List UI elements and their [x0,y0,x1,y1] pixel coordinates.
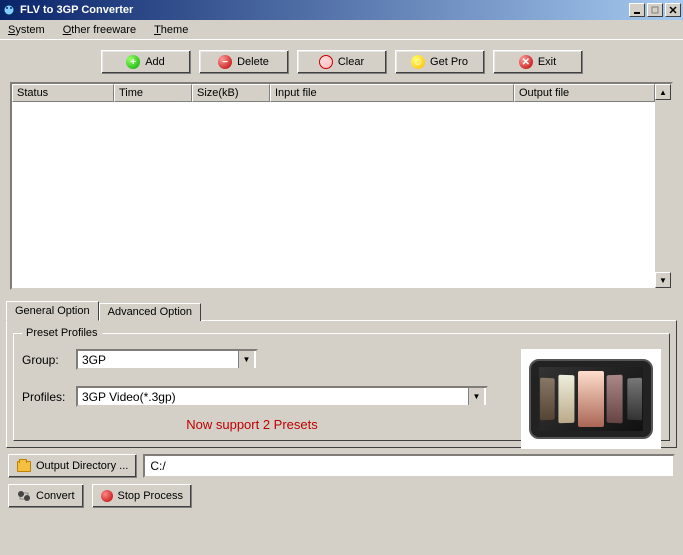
vertical-scrollbar[interactable]: ▲ ▼ [655,84,671,288]
close-button[interactable] [665,3,681,17]
exit-button[interactable]: ✕ Exit [493,50,583,74]
preset-preview-image [521,349,661,449]
add-label: Add [145,56,165,68]
convert-icon [17,489,31,503]
clear-label: Clear [338,56,364,68]
preset-legend: Preset Profiles [22,327,102,339]
menu-system[interactable]: System [4,22,49,38]
delete-label: Delete [237,56,269,68]
add-button[interactable]: + Add [101,50,191,74]
title-bar: FLV to 3GP Converter [0,0,683,20]
tab-general-option[interactable]: General Option [6,301,99,321]
bottom-buttons: Convert Stop Process [8,484,675,508]
group-dropdown-button[interactable]: ▼ [238,351,254,368]
app-icon [2,3,16,17]
output-path-input[interactable] [143,454,675,478]
exit-label: Exit [538,56,556,68]
col-time[interactable]: Time [114,84,192,102]
output-directory-button[interactable]: Output Directory ... [8,454,137,478]
stop-process-button[interactable]: Stop Process [92,484,192,508]
table-body[interactable] [12,102,655,288]
convert-label: Convert [36,490,75,502]
profiles-dropdown-button[interactable]: ▼ [468,388,484,405]
menu-bar: System Other freeware Theme [0,20,683,39]
profiles-value[interactable] [78,388,468,405]
getpro-button[interactable]: ☺ Get Pro [395,50,485,74]
col-status[interactable]: Status [12,84,114,102]
group-value[interactable] [78,351,238,368]
profiles-label: Profiles: [22,390,76,404]
table-header: Status Time Size(kB) Input file Output f… [12,84,655,102]
toolbar: + Add − Delete Clear ☺ Get Pro ✕ Exit [0,44,683,82]
output-directory-label: Output Directory ... [36,460,128,472]
col-size[interactable]: Size(kB) [192,84,270,102]
folder-icon [17,461,31,472]
scroll-up-button[interactable]: ▲ [655,84,671,100]
menubar-separator [0,39,683,40]
convert-button[interactable]: Convert [8,484,84,508]
preset-support-message: Now support 2 Presets [22,417,482,432]
clear-button[interactable]: Clear [297,50,387,74]
add-icon: + [126,55,140,69]
group-combobox[interactable]: ▼ [76,349,258,370]
tab-panel-general: Preset Profiles Group: ▼ Profiles: ▼ Now… [6,320,677,448]
exit-icon: ✕ [519,55,533,69]
preset-profiles-group: Preset Profiles Group: ▼ Profiles: ▼ Now… [13,327,670,441]
menu-other-freeware[interactable]: Other freeware [59,22,140,38]
window-title: FLV to 3GP Converter [20,4,629,16]
maximize-button[interactable] [647,3,663,17]
stop-label: Stop Process [118,490,183,502]
file-list: Status Time Size(kB) Input file Output f… [10,82,673,290]
delete-button[interactable]: − Delete [199,50,289,74]
col-input[interactable]: Input file [270,84,514,102]
tab-advanced-option[interactable]: Advanced Option [99,303,201,321]
device-icon [529,359,653,439]
delete-icon: − [218,55,232,69]
options-tabs: General Option Advanced Option Preset Pr… [6,300,677,448]
profiles-combobox[interactable]: ▼ [76,386,488,407]
minimize-button[interactable] [629,3,645,17]
getpro-icon: ☺ [411,55,425,69]
menu-theme[interactable]: Theme [150,22,192,38]
scroll-down-button[interactable]: ▼ [655,272,671,288]
col-output[interactable]: Output file [514,84,655,102]
stop-icon [101,490,113,502]
group-label: Group: [22,353,76,367]
output-row: Output Directory ... [8,454,675,478]
clear-icon [319,55,333,69]
getpro-label: Get Pro [430,56,468,68]
